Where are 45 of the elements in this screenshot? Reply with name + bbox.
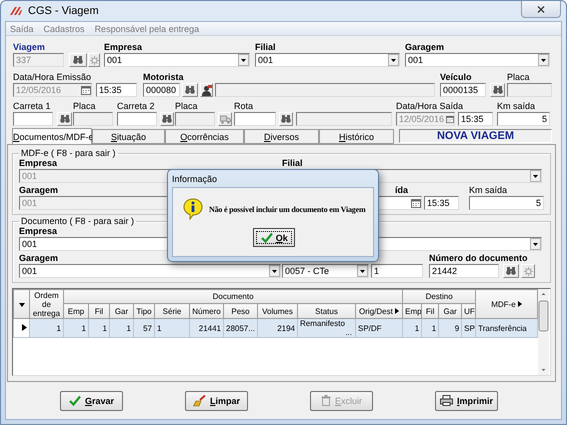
group-title: Documento ( F8 - para sair ) (20, 216, 136, 226)
table-cell: 21441 (190, 318, 224, 338)
table-cell: 2194 (258, 318, 298, 338)
field-label: Rota (234, 101, 254, 112)
field-label: Veículo (440, 72, 472, 83)
table-cell: SP/DF (356, 318, 403, 338)
table-cell: 1 (154, 318, 190, 338)
field-label: Carreta 2 (117, 101, 155, 112)
field-label: Número do documento (429, 253, 528, 264)
field-label: Km saída (469, 185, 508, 196)
field-label: Motorista (143, 72, 184, 83)
field-label: ída (395, 185, 408, 196)
table-cell: 57 (134, 318, 154, 338)
field-label: Garagem (405, 42, 444, 53)
table-cell: Transferência (476, 318, 538, 338)
group-title: MDF-e ( F8 - para sair ) (20, 148, 117, 158)
column-group-header: Destino (402, 290, 476, 304)
table-cell: 1 (402, 318, 422, 338)
table-cell: 1 (30, 318, 64, 338)
field-label: Garagem (19, 253, 58, 264)
field-label: Placa (175, 101, 198, 112)
field-label: Carreta 1 (13, 101, 51, 112)
table-cell: 28057... (224, 318, 258, 338)
dialog-message: Não é possível incluir um documento em Viagem (209, 204, 366, 214)
window-title: CGS - Viagem (28, 5, 99, 17)
table-cell: Remanifesto ... (298, 318, 356, 338)
field-label: Empresa (19, 158, 58, 169)
status-banner: NOVA VIAGEM (399, 129, 552, 143)
table-cell: 1 (110, 318, 134, 338)
field-label: Viagem (13, 42, 45, 53)
field-label: Empresa (104, 42, 142, 53)
field-label: Filial (255, 42, 276, 53)
table-cell: 1 (64, 318, 88, 338)
field-label: Garagem (19, 185, 58, 196)
field-label: Data/Hora Saída (396, 101, 464, 112)
field-label: Filial (282, 158, 303, 169)
dialog-title: Informação (172, 172, 218, 186)
field-label: Km saída (497, 101, 536, 112)
field-label: Data/Hora Emissão (13, 72, 92, 83)
field-label: Placa (507, 72, 530, 83)
field-label: Empresa (19, 226, 58, 237)
table-cell: 1 (88, 318, 110, 338)
column-group-header: Documento (64, 290, 403, 304)
table-cell: 9 (438, 318, 462, 338)
field-label: Placa (73, 101, 96, 112)
